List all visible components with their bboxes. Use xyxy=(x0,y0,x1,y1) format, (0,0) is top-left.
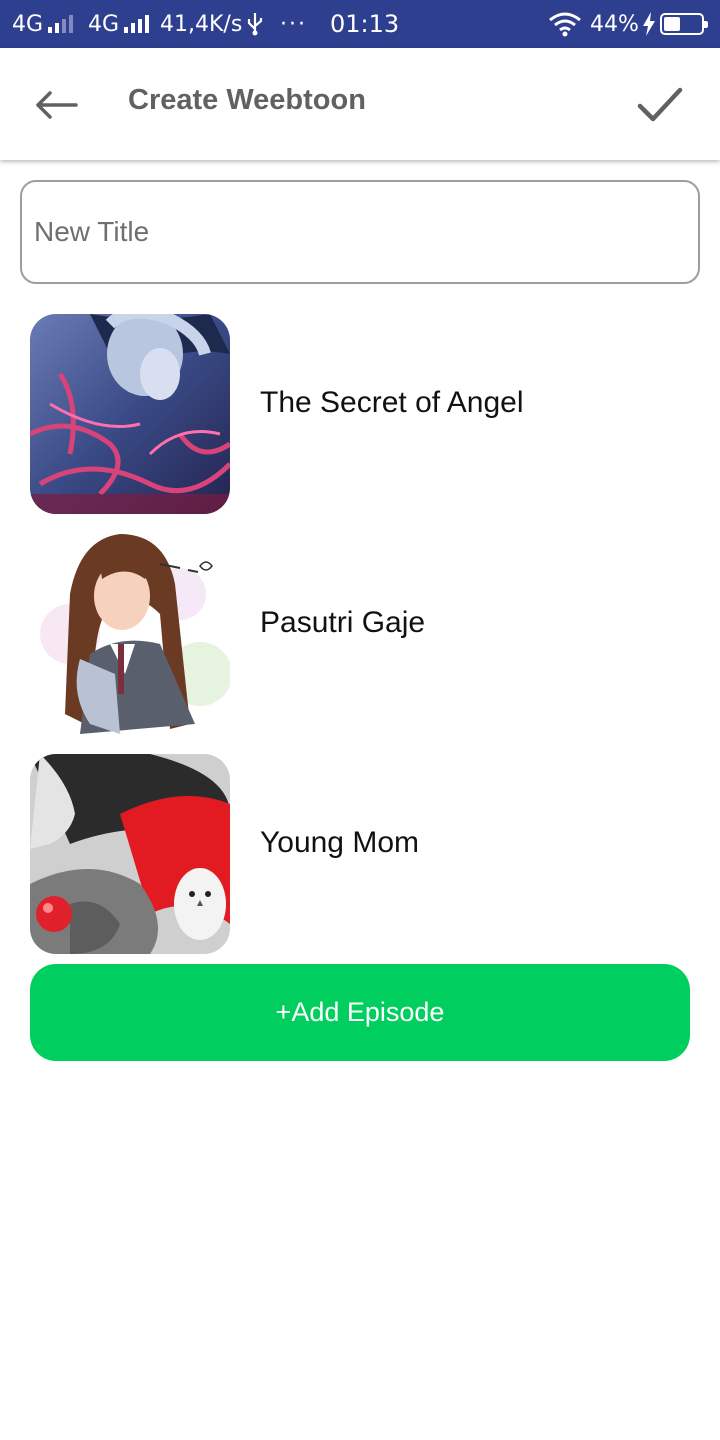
add-episode-button[interactable]: +Add Episode xyxy=(30,964,690,1061)
arrow-left-icon xyxy=(36,91,78,119)
title-input[interactable] xyxy=(20,180,700,284)
wifi-icon xyxy=(548,0,582,48)
episode-title: The Secret of Angel xyxy=(260,386,524,419)
clock: 01:13 xyxy=(330,10,400,38)
battery-icon xyxy=(658,0,708,48)
episode-thumbnail xyxy=(30,314,230,514)
list-item[interactable]: Young Mom xyxy=(30,754,690,954)
status-bar: 4G 4G 41,4K/s ··· 01:13 44% xyxy=(0,0,720,48)
signal-icon xyxy=(124,15,150,33)
episode-title: Pasutri Gaje xyxy=(260,606,426,639)
episode-thumbnail xyxy=(30,534,230,734)
more-notifications-icon: ··· xyxy=(280,11,307,37)
episode-thumbnail xyxy=(30,754,230,954)
page-title: Create Weebtoon xyxy=(128,84,366,116)
signal-icon xyxy=(48,15,74,33)
battery-percent: 44% xyxy=(590,11,639,37)
list-item[interactable]: Pasutri Gaje xyxy=(30,534,690,734)
app-bar: Create Weebtoon xyxy=(0,48,720,160)
confirm-button[interactable] xyxy=(628,78,692,132)
usb-icon xyxy=(246,0,264,48)
check-icon xyxy=(637,87,683,122)
episode-title: Young Mom xyxy=(260,826,419,859)
network-type-1: 4G xyxy=(12,11,44,37)
charging-icon xyxy=(642,0,656,48)
list-item[interactable]: The Secret of Angel xyxy=(30,314,690,514)
network-indicator-2: 4G xyxy=(88,0,150,48)
back-button[interactable] xyxy=(26,78,86,132)
network-speed: 41,4K/s xyxy=(160,11,243,37)
network-indicator-1: 4G xyxy=(12,0,74,48)
network-type-2: 4G xyxy=(88,11,120,37)
